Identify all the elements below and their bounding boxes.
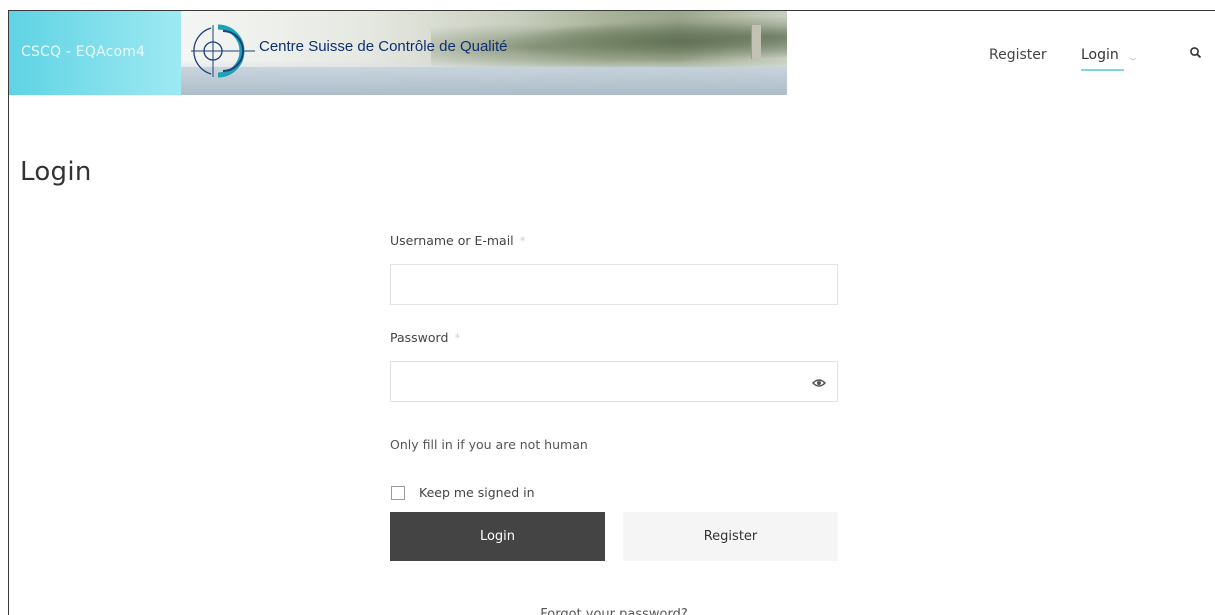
username-input[interactable] — [390, 264, 838, 305]
nav-register-link[interactable]: Register — [989, 47, 1047, 67]
register-button[interactable]: Register — [623, 512, 838, 561]
password-label-text: Password — [390, 330, 449, 345]
remember-me-row[interactable]: Keep me signed in — [390, 485, 535, 500]
banner-lake — [181, 67, 787, 95]
crosshair-logo-icon — [191, 24, 255, 78]
show-password-toggle[interactable] — [811, 374, 827, 393]
required-asterisk: * — [519, 233, 526, 248]
password-field-wrapper — [390, 361, 838, 402]
chevron-down-icon — [1129, 57, 1137, 61]
username-label-text: Username or E-mail — [390, 233, 514, 248]
nav-login-menu[interactable]: Login — [1081, 47, 1137, 71]
required-asterisk: * — [454, 330, 461, 345]
password-label: Password * — [390, 330, 838, 346]
remember-me-checkbox[interactable] — [391, 485, 405, 500]
honeypot-label: Only fill in if you are not human — [390, 437, 588, 452]
username-label: Username or E-mail * — [390, 233, 838, 249]
header-banner: Centre Suisse de Contrôle de Qualité — [181, 11, 787, 95]
page-title: Login — [20, 157, 92, 187]
banner-title: Centre Suisse de Contrôle de Qualité — [259, 38, 508, 55]
site-brand-link[interactable]: CSCQ - EQAcom4 — [9, 11, 181, 95]
password-input[interactable] — [390, 361, 838, 402]
login-button[interactable]: Login — [390, 512, 605, 561]
search-button[interactable] — [1189, 45, 1203, 65]
nav-login-label: Login — [1081, 47, 1119, 63]
remember-me-label: Keep me signed in — [419, 485, 535, 500]
page-frame: CSCQ - EQAcom4 Centre Suisse de Contrôle… — [8, 10, 1215, 615]
forgot-password-link[interactable]: Forgot your password? — [390, 607, 838, 615]
search-icon — [1190, 47, 1202, 59]
login-form: Username or E-mail * Password * Only fill … — [390, 233, 838, 615]
nav-active-underline — [1081, 69, 1124, 71]
banner-tower — [751, 25, 761, 59]
eye-icon — [811, 379, 827, 387]
